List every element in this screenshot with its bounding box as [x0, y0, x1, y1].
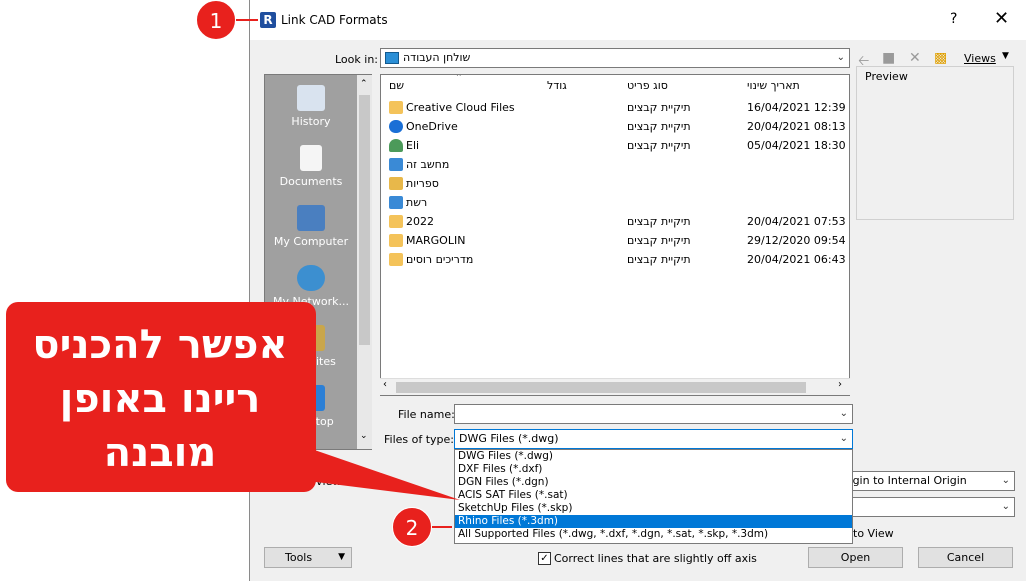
annotation-arrows: [236, 19, 460, 528]
step-badge-1: 1: [196, 0, 236, 40]
callout-pointer: [300, 445, 460, 500]
step-badge-2: 2: [392, 507, 432, 547]
callout-text: אפשר להכניס ריינו באופן מובנה: [32, 322, 288, 476]
